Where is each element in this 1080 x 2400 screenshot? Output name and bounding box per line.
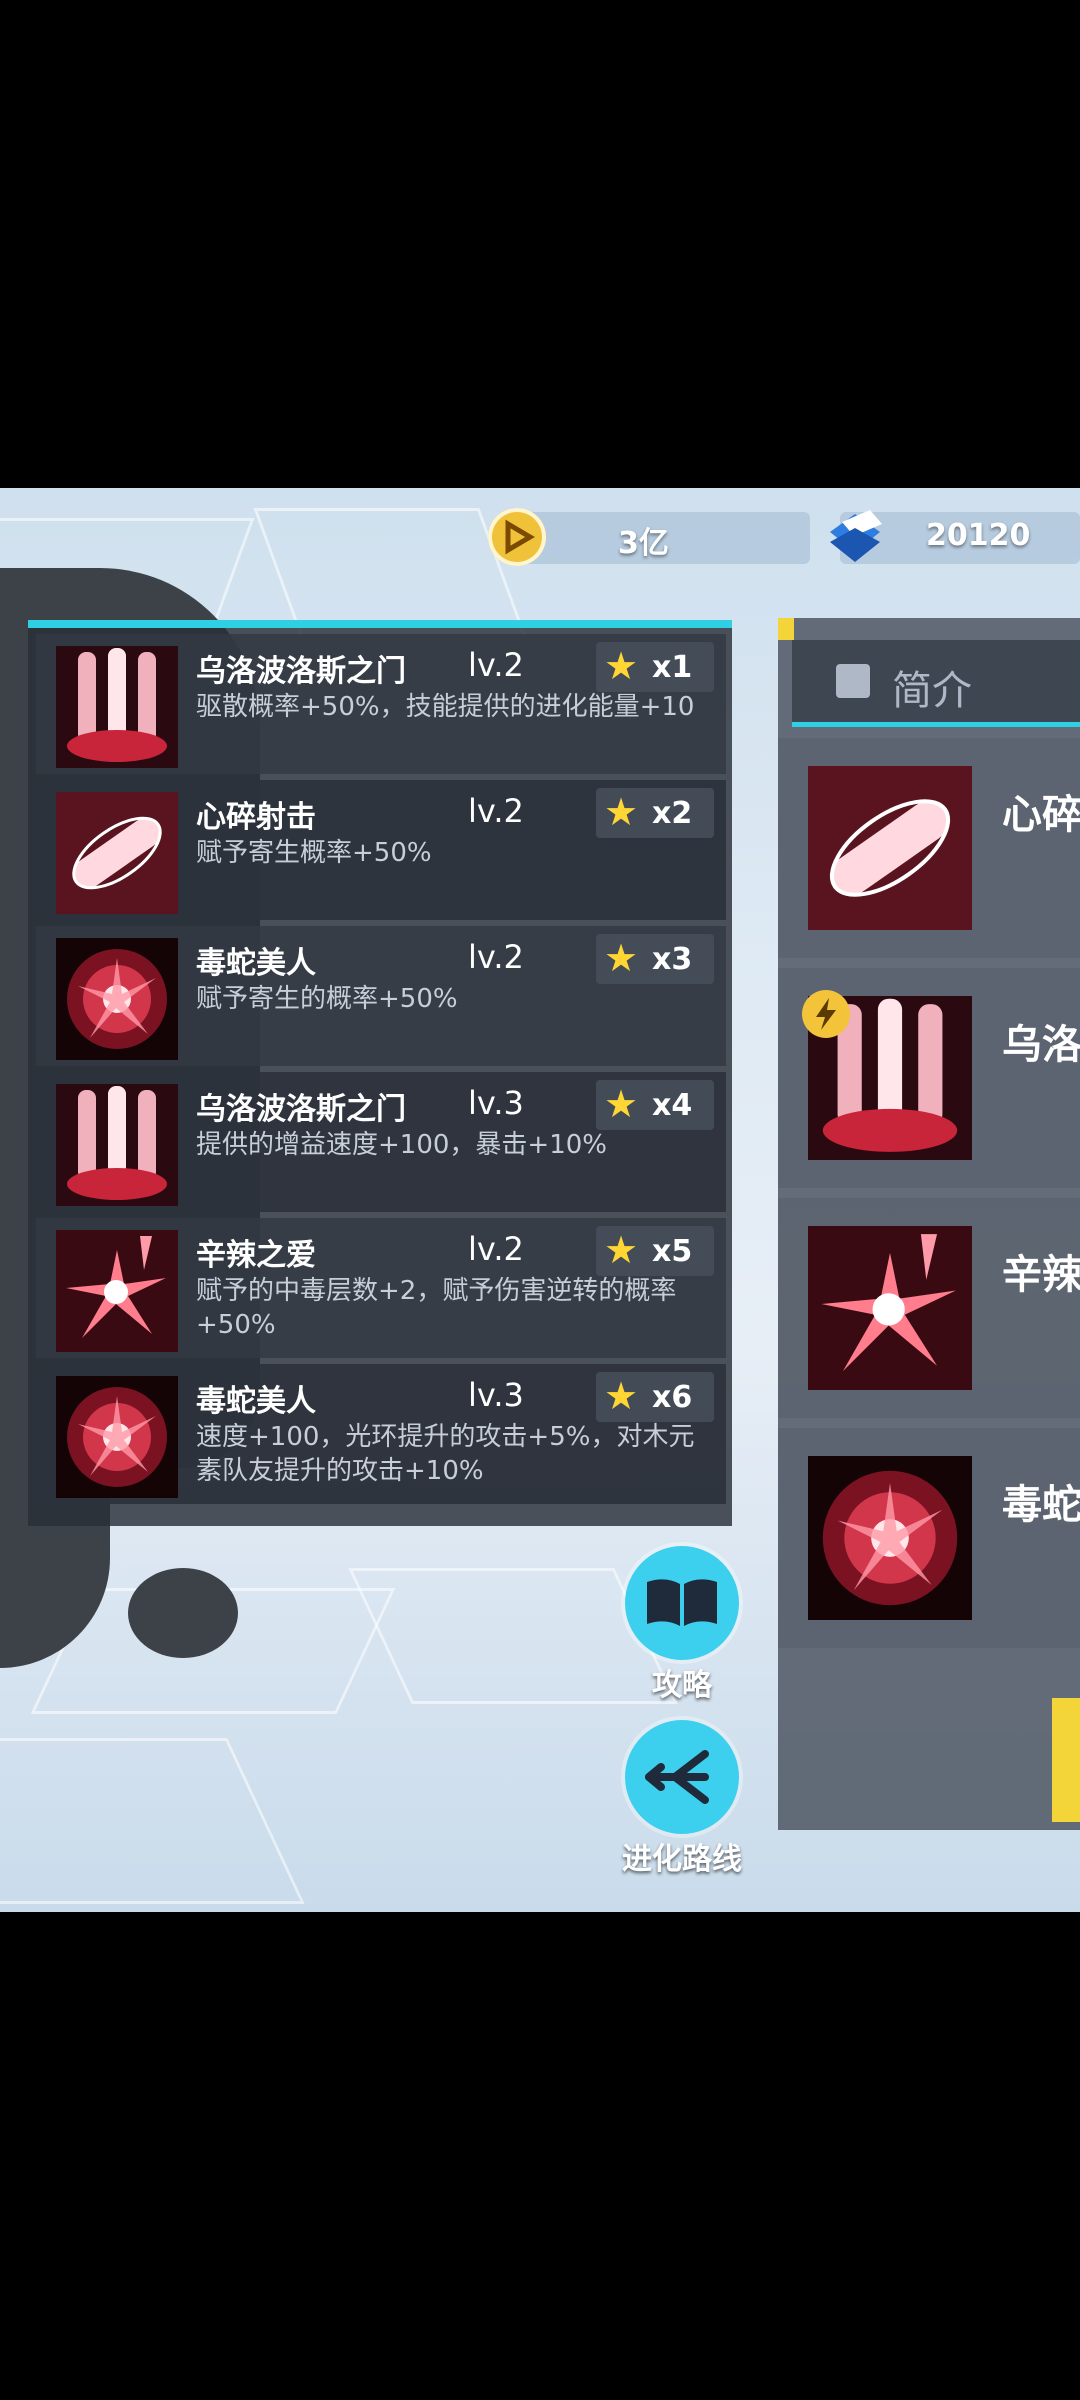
coin-value: 3亿 — [618, 526, 669, 561]
character-silhouette — [128, 1568, 238, 1658]
venom-burst-icon — [56, 1376, 178, 1498]
game-screen: 3亿 20120 乌洛波洛斯之门 lv.2 驱散概率+50%，技能提供的进化能量… — [0, 488, 1080, 1912]
star-count: x4 — [652, 1088, 693, 1123]
star-count: x6 — [652, 1380, 693, 1415]
tab-intro[interactable]: 简介 — [792, 640, 1080, 727]
star-icon: ★ — [604, 936, 639, 980]
gem-value: 20120 — [926, 518, 1031, 553]
star-icon: ★ — [604, 1228, 639, 1272]
skill-description: 速度+100，光环提升的攻击+5%，对木元素队友提升的攻击+10% — [196, 1422, 695, 1486]
skill-card-name: 辛辣 — [1002, 1252, 1080, 1298]
skill-description: 驱散概率+50%，技能提供的进化能量+10 — [196, 692, 695, 722]
skill-row[interactable]: 辛辣之爱 lv.2 赋予的中毒层数+2，赋予伤害逆转的概率+50% ★ x5 — [36, 1218, 726, 1358]
skill-card[interactable]: 毒蛇 — [778, 1428, 1080, 1648]
star-count-badge: ★ x6 — [596, 1372, 714, 1422]
star-count-badge: ★ x2 — [596, 788, 714, 838]
skill-card[interactable]: 乌洛 — [778, 968, 1080, 1188]
spark-burst-icon — [56, 1230, 178, 1352]
claw-strike-icon — [56, 646, 178, 768]
star-count: x1 — [652, 650, 693, 685]
skill-row[interactable]: 毒蛇美人 lv.3 速度+100，光环提升的攻击+5%，对木元素队友提升的攻击+… — [36, 1364, 726, 1504]
document-icon — [836, 664, 870, 698]
star-icon: ★ — [604, 644, 639, 688]
corner-marker — [778, 618, 794, 640]
star-icon: ★ — [604, 1082, 639, 1126]
skill-description: 赋予寄生概率+50% — [196, 838, 432, 868]
skill-name: 心碎射击 — [196, 800, 316, 835]
skill-level: lv.2 — [468, 792, 524, 830]
skill-level: lv.3 — [468, 1376, 524, 1414]
guide-button[interactable] — [625, 1546, 739, 1660]
star-count-badge: ★ x3 — [596, 934, 714, 984]
skill-name: 毒蛇美人 — [196, 1384, 316, 1419]
detail-panel: 简介 心碎 乌洛 辛辣 毒蛇 — [778, 618, 1080, 1830]
skill-row[interactable]: 心碎射击 lv.2 赋予寄生概率+50% ★ x2 — [36, 780, 726, 920]
piercing-shot-icon — [56, 792, 178, 914]
skill-card-name: 乌洛 — [1002, 1022, 1080, 1068]
star-count: x3 — [652, 942, 693, 977]
skill-level: lv.3 — [468, 1084, 524, 1122]
venom-burst-icon — [808, 1456, 972, 1620]
evolution-route-label: 进化路线 — [622, 1842, 742, 1877]
skill-list-panel: 乌洛波洛斯之门 lv.2 驱散概率+50%，技能提供的进化能量+10 ★ x1 … — [28, 620, 732, 1526]
skill-name: 毒蛇美人 — [196, 946, 316, 981]
star-count-badge: ★ x1 — [596, 642, 714, 692]
skill-card[interactable]: 辛辣 — [778, 1198, 1080, 1418]
book-icon — [647, 1579, 717, 1626]
spark-burst-icon — [808, 1226, 972, 1390]
lightning-icon — [802, 990, 850, 1038]
star-count: x5 — [652, 1234, 693, 1269]
yellow-action-button[interactable] — [1052, 1698, 1080, 1822]
skill-name: 乌洛波洛斯之门 — [196, 1092, 406, 1127]
skill-name: 乌洛波洛斯之门 — [196, 654, 406, 689]
skill-card-name: 心碎 — [1002, 792, 1080, 838]
skill-row[interactable]: 毒蛇美人 lv.2 赋予寄生的概率+50% ★ x3 — [36, 926, 726, 1066]
branch-icon — [645, 1750, 709, 1804]
skill-card[interactable]: 心碎 — [778, 738, 1080, 958]
star-count-badge: ★ x5 — [596, 1226, 714, 1276]
skill-row[interactable]: 乌洛波洛斯之门 lv.2 驱散概率+50%，技能提供的进化能量+10 ★ x1 — [36, 634, 726, 774]
skill-level: lv.2 — [468, 646, 524, 684]
skill-row[interactable]: 乌洛波洛斯之门 lv.3 提供的增益速度+100，暴击+10% ★ x4 — [36, 1072, 726, 1212]
background-pattern — [0, 1738, 305, 1904]
skill-description: 赋予的中毒层数+2，赋予伤害逆转的概率+50% — [196, 1276, 677, 1340]
star-count: x2 — [652, 796, 693, 831]
claw-strike-icon — [56, 1084, 178, 1206]
venom-burst-icon — [56, 938, 178, 1060]
coin-icon — [488, 508, 546, 566]
evolution-route-button[interactable] — [625, 1720, 739, 1834]
skill-level: lv.2 — [468, 1230, 524, 1268]
star-icon: ★ — [604, 790, 639, 834]
star-count-badge: ★ x4 — [596, 1080, 714, 1130]
piercing-shot-icon — [808, 766, 972, 930]
skill-description: 赋予寄生的概率+50% — [196, 984, 458, 1014]
skill-level: lv.2 — [468, 938, 524, 976]
skill-name: 辛辣之爱 — [196, 1238, 316, 1273]
skill-description: 提供的增益速度+100，暴击+10% — [196, 1130, 607, 1160]
guide-label: 攻略 — [652, 1668, 712, 1703]
tab-label: 简介 — [892, 668, 972, 714]
skill-card-name: 毒蛇 — [1002, 1482, 1080, 1528]
gem-icon — [820, 502, 890, 568]
star-icon: ★ — [604, 1374, 639, 1418]
